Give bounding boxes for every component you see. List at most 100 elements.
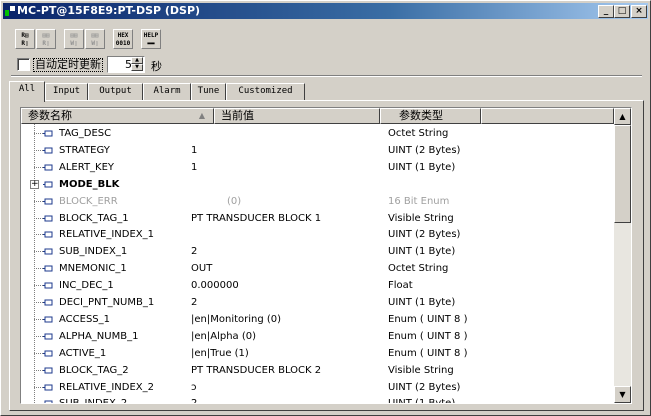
maximize-button[interactable]: □ xyxy=(614,5,630,18)
scroll-up-button[interactable]: ▲ xyxy=(614,108,631,125)
read-all-button[interactable]: ▤▤ R▯ xyxy=(36,29,56,49)
tree-branch xyxy=(34,302,43,303)
table-row[interactable]: STRATEGY 1 UINT (2 Bytes) xyxy=(21,142,614,159)
write-all-button[interactable]: ▤▤ W▯ xyxy=(85,29,105,49)
table-row[interactable]: INC_DEC_1 0.000000 Float xyxy=(21,277,614,294)
table-row[interactable]: DECI_PNT_NUMB_1 2 UINT (1 Byte) xyxy=(21,294,614,311)
param-type: Enum ( UINT 8 ) xyxy=(388,330,468,342)
param-type: UINT (1 Byte) xyxy=(388,161,456,173)
param-name: ACTIVE_1 xyxy=(59,347,107,359)
hex-button[interactable]: HEX 0010 xyxy=(113,29,133,49)
list-header: 参数名称 ▲ 当前值 参数类型 xyxy=(21,108,614,124)
tab-tune[interactable]: Tune xyxy=(191,83,226,100)
interval-spinner[interactable]: ▲ ▼ xyxy=(131,57,143,72)
table-row[interactable]: RELATIVE_INDEX_2 ɔ UINT (2 Bytes) xyxy=(21,379,614,396)
tree-branch xyxy=(34,200,43,202)
tree-branch xyxy=(34,217,43,219)
scroll-thumb[interactable] xyxy=(614,125,631,223)
parameter-icon xyxy=(43,282,53,289)
param-name: BLOCK_ERR xyxy=(59,195,118,207)
param-value: ɔ xyxy=(191,381,197,393)
parameter-icon xyxy=(43,164,53,171)
param-type: Float xyxy=(388,280,413,292)
parameter-icon xyxy=(44,400,53,403)
param-value: 1 xyxy=(191,144,198,156)
param-value: (0) xyxy=(227,195,242,207)
param-value: 2 xyxy=(191,398,198,404)
parameter-icon xyxy=(43,265,53,272)
minimize-button[interactable]: _ xyxy=(598,5,614,18)
tab-customized[interactable]: Customized xyxy=(226,83,305,100)
main-window: MC-PT@15F8E9:PT-DSP (DSP) _ □ × R▤ R▯ ▤▤ R… xyxy=(0,0,651,416)
table-row[interactable]: ACTIVE_1 |en|True (1) Enum ( UINT 8 ) xyxy=(21,345,614,362)
parameter-icon xyxy=(43,384,53,390)
scroll-down-button[interactable]: ▼ xyxy=(614,386,631,403)
auto-update-checkbox[interactable] xyxy=(17,58,30,71)
param-name: SUB_INDEX_1 xyxy=(59,246,128,258)
param-name: SUB_INDEX_2 xyxy=(59,398,128,404)
column-header-type[interactable]: 参数类型 xyxy=(380,108,481,124)
tab-all[interactable]: All xyxy=(9,81,45,102)
table-row[interactable]: ALERT_KEY 1 UINT (1 Byte) xyxy=(21,159,614,176)
tab-alarm[interactable]: Alarm xyxy=(143,83,191,100)
tree-branch xyxy=(34,133,43,134)
param-value: PT TRANSDUCER BLOCK 1 xyxy=(191,212,322,224)
help-button[interactable]: HELP ▬▬ xyxy=(141,29,161,49)
parameter-icon xyxy=(43,350,53,357)
tree-branch xyxy=(34,234,43,236)
parameter-list[interactable]: 参数名称 ▲ 当前值 参数类型 TAG_DESC Octet String STRA… xyxy=(20,107,632,404)
param-type: 16 Bit Enum xyxy=(388,195,450,207)
parameter-icon xyxy=(43,367,53,374)
app-icon xyxy=(5,6,15,16)
column-header-value[interactable]: 当前值 xyxy=(214,108,380,124)
parameter-icon xyxy=(43,130,53,137)
write-param-button[interactable]: ▤▤ W▯ xyxy=(64,29,84,49)
tab-input[interactable]: Input xyxy=(45,83,88,100)
param-value: 2 xyxy=(191,246,198,258)
spin-down-icon[interactable]: ▼ xyxy=(131,64,143,71)
vertical-scrollbar[interactable]: ▲ ▼ xyxy=(614,108,631,403)
read-all-icon: ▤▤ R▯ xyxy=(42,32,50,47)
title-bar[interactable]: MC-PT@15F8E9:PT-DSP (DSP) _ □ × xyxy=(3,3,648,19)
tree-branch xyxy=(34,403,43,404)
read-param-button[interactable]: R▤ R▯ xyxy=(15,29,35,49)
table-row[interactable]: + MODE_BLK xyxy=(21,176,614,193)
table-row[interactable]: MNEMONIC_1 OUT Octet String xyxy=(21,260,614,277)
tree-branch xyxy=(34,149,43,151)
param-name: BLOCK_TAG_1 xyxy=(59,212,129,224)
param-type: Octet String xyxy=(388,128,449,139)
parameter-icon xyxy=(43,215,53,221)
column-header-name[interactable]: 参数名称 ▲ xyxy=(21,108,214,124)
close-button[interactable]: × xyxy=(631,5,647,18)
parameter-icon xyxy=(43,147,53,154)
write-all-icon: ▤▤ W▯ xyxy=(91,32,99,47)
parameter-icon xyxy=(43,198,53,205)
table-row[interactable]: BLOCK_TAG_1 PT TRANSDUCER BLOCK 1 Visible … xyxy=(21,210,614,227)
param-type: UINT (1 Byte) xyxy=(388,297,456,308)
table-row[interactable]: TAG_DESC Octet String xyxy=(21,125,614,142)
param-type: UINT (2 Bytes) xyxy=(388,229,461,241)
separator xyxy=(11,75,642,77)
table-row[interactable]: SUB_INDEX_2 2 UINT (1 Byte) xyxy=(21,395,614,404)
window-title: MC-PT@15F8E9:PT-DSP (DSP) xyxy=(17,4,201,17)
table-row[interactable]: BLOCK_ERR (0) 16 Bit Enum xyxy=(21,193,614,210)
tree-branch xyxy=(34,318,43,320)
table-row[interactable]: ACCESS_1 |en|Monitoring (0) Enum ( UINT 8 … xyxy=(21,311,614,328)
auto-update-label[interactable]: 自动定时更新 xyxy=(33,58,103,72)
param-name: RELATIVE_INDEX_2 xyxy=(59,381,155,393)
param-name: ALERT_KEY xyxy=(59,161,115,173)
tree-branch xyxy=(34,268,43,270)
interval-unit: 秒 xyxy=(151,60,162,73)
param-type: Enum ( UINT 8 ) xyxy=(388,313,468,325)
table-row[interactable]: SUB_INDEX_1 2 UINT (1 Byte) xyxy=(21,243,614,260)
param-name: BLOCK_TAG_2 xyxy=(59,364,129,376)
tab-output[interactable]: Output xyxy=(88,83,143,100)
table-row[interactable]: RELATIVE_INDEX_1 UINT (2 Bytes) xyxy=(21,226,614,243)
tree-branch xyxy=(34,352,43,354)
table-row[interactable]: ALPHA_NUMB_1 |en|Alpha (0) Enum ( UINT 8 ) xyxy=(21,328,614,345)
spin-up-icon[interactable]: ▲ xyxy=(131,57,143,64)
expand-icon[interactable]: + xyxy=(30,179,39,189)
param-name: STRATEGY xyxy=(59,144,110,156)
table-row[interactable]: BLOCK_TAG_2 PT TRANSDUCER BLOCK 2 Visible … xyxy=(21,362,614,379)
parameter-icon xyxy=(43,248,53,255)
